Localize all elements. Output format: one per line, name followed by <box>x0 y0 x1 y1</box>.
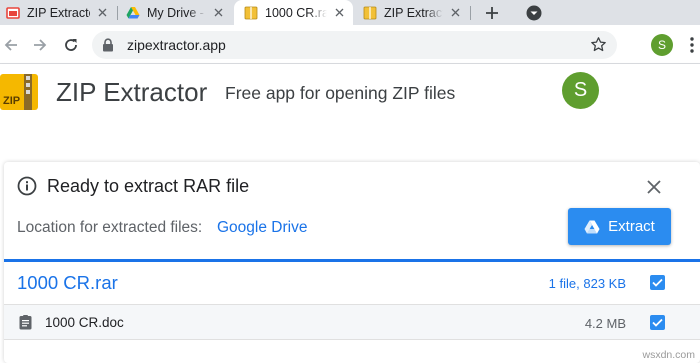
close-tab-icon[interactable] <box>94 5 110 21</box>
close-panel-button[interactable] <box>642 175 666 199</box>
arrow-right-icon <box>34 39 47 51</box>
tab-zip-extractor-1[interactable]: ZIP Extractor <box>6 0 110 25</box>
tab-title: ZIP Extractor <box>27 5 90 20</box>
document-icon <box>19 315 32 330</box>
file-size: 4.2 MB <box>584 316 626 331</box>
browser-toolbar: zipextractor.app S <box>0 25 700 64</box>
location-label: Location for extracted files: <box>17 219 203 236</box>
url-text[interactable]: zipextractor.app <box>127 37 226 53</box>
tab-1000-cr-rar[interactable]: 1000 CR.rar <box>234 0 353 25</box>
extract-button[interactable]: Extract <box>568 208 671 245</box>
watermark: wsxdn.com <box>642 349 695 361</box>
reload-button[interactable] <box>60 34 82 56</box>
file-row[interactable]: 1000 CR.doc 4.2 MB <box>4 304 700 340</box>
reload-icon <box>65 39 77 51</box>
lock-icon[interactable] <box>102 38 114 52</box>
rar-file-favicon <box>244 6 258 19</box>
location-link[interactable]: Google Drive <box>217 219 307 237</box>
main-content: Ready to extract RAR file Location for e… <box>0 120 700 363</box>
tab-my-drive[interactable]: My Drive - Google Drive <box>126 0 226 25</box>
zip-extractor-logo: ZIP <box>0 74 38 110</box>
app-header: ZIP ZIP Extractor Free app for opening Z… <box>0 64 700 120</box>
check-icon <box>652 318 663 327</box>
forward-button[interactable] <box>29 34 51 56</box>
back-button[interactable] <box>0 34 22 56</box>
rar-file-favicon <box>363 6 377 19</box>
tab-title: ZIP Extractor <box>384 5 443 20</box>
panel-title: Ready to extract RAR file <box>47 176 250 196</box>
archive-name: 1000 CR.rar <box>17 272 118 293</box>
archive-row[interactable]: 1000 CR.rar 1 file, 823 KB <box>4 259 700 304</box>
tab-separator <box>117 6 118 20</box>
archive-checkbox[interactable] <box>650 275 665 290</box>
app-title: ZIP Extractor <box>56 77 208 107</box>
extract-button-label: Extract <box>608 218 655 235</box>
close-icon <box>647 180 661 194</box>
tab-search-button[interactable] <box>524 3 544 23</box>
google-drive-icon <box>584 220 600 234</box>
browser-profile-avatar[interactable]: S <box>651 34 673 56</box>
address-bar[interactable]: zipextractor.app <box>92 31 617 59</box>
plus-icon <box>486 7 498 19</box>
browser-menu-button[interactable] <box>684 34 700 56</box>
arrow-left-icon <box>4 39 17 51</box>
extract-panel: Ready to extract RAR file Location for e… <box>4 162 700 363</box>
tab-strip: ZIP Extractor My Drive - Google Drive 10… <box>0 0 700 25</box>
chevron-down-circle-icon <box>526 5 542 21</box>
tab-zip-extractor-2[interactable]: ZIP Extractor <box>363 0 463 25</box>
zip-extractor-favicon <box>6 6 20 19</box>
info-icon <box>17 176 37 196</box>
new-tab-button[interactable] <box>481 2 503 24</box>
close-tab-icon[interactable] <box>447 5 463 21</box>
check-icon <box>652 278 663 287</box>
file-name: 1000 CR.doc <box>45 315 124 330</box>
file-checkbox[interactable] <box>650 315 665 330</box>
close-tab-icon[interactable] <box>331 5 347 21</box>
svg-text:ZIP: ZIP <box>3 95 20 107</box>
more-vert-icon <box>690 37 694 53</box>
archive-meta: 1 file, 823 KB <box>548 276 626 291</box>
app-tagline: Free app for opening ZIP files <box>225 83 456 103</box>
bookmark-star-icon[interactable] <box>590 36 607 53</box>
extract-panel-header: Ready to extract RAR file Location for e… <box>4 162 700 256</box>
tab-title: My Drive - Google Drive <box>147 5 206 20</box>
google-drive-favicon <box>126 6 140 18</box>
tab-title: 1000 CR.rar <box>265 5 327 20</box>
user-avatar[interactable]: S <box>562 72 599 109</box>
close-tab-icon[interactable] <box>210 5 226 21</box>
tab-separator <box>470 6 471 20</box>
